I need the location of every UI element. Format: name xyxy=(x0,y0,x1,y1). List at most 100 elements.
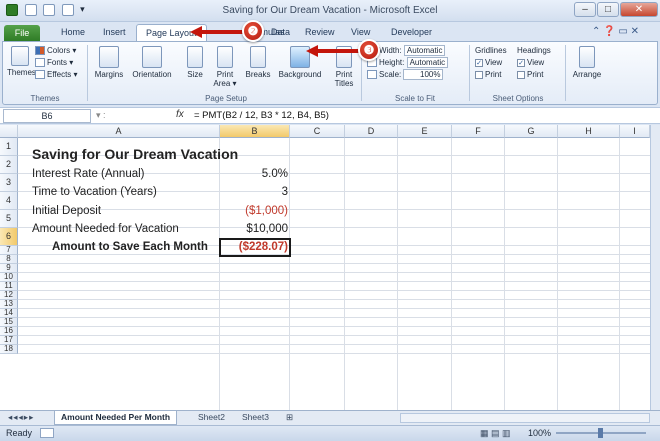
cell-a5[interactable]: Amount Needed for Vacation xyxy=(32,223,179,235)
gridlines-view-checkbox[interactable]: ✓ View xyxy=(475,57,517,69)
gridline-row xyxy=(18,317,660,318)
fonts-icon xyxy=(35,58,45,68)
themes-label: Themes xyxy=(7,68,36,77)
select-all-corner[interactable] xyxy=(0,125,18,138)
headings-print-checkbox[interactable]: Print xyxy=(517,70,543,79)
tab-file[interactable]: File xyxy=(4,25,40,41)
cell-b3[interactable]: 3 xyxy=(220,186,288,198)
margins-icon xyxy=(99,46,119,68)
vertical-scrollbar[interactable] xyxy=(650,125,660,410)
width-label: Width: xyxy=(379,46,402,55)
group-label-themes: Themes xyxy=(30,94,60,103)
gridline-row xyxy=(18,281,660,282)
zoom-slider-thumb[interactable] xyxy=(598,428,603,438)
callout-2-arrow xyxy=(200,30,244,34)
print-area-button[interactable]: Print Area ▾ xyxy=(211,46,239,88)
horizontal-scrollbar[interactable] xyxy=(400,413,650,423)
sheet-tab-2[interactable]: Sheet2 xyxy=(192,411,231,425)
macro-record-icon[interactable] xyxy=(40,428,54,438)
insert-sheet-icon[interactable]: ⊞ xyxy=(280,411,299,425)
width-row: Width: Automatic xyxy=(367,45,467,57)
callout-3-arrow xyxy=(316,49,360,53)
width-select[interactable]: Automatic xyxy=(403,45,446,57)
close-button[interactable]: ✕ xyxy=(620,2,658,17)
gridlines-print-checkbox[interactable]: Print xyxy=(475,69,517,81)
scale-icon xyxy=(367,70,377,80)
column-header-f[interactable]: F xyxy=(452,125,505,138)
gridlines-heading: Gridlines xyxy=(475,46,507,55)
maximize-button[interactable]: □ xyxy=(597,2,619,17)
print-titles-label: Print Titles xyxy=(334,70,354,88)
column-header-i[interactable]: I xyxy=(620,125,650,138)
gridline-row xyxy=(18,272,660,273)
cell-b5[interactable]: $10,000 xyxy=(220,223,288,235)
tab-data[interactable]: Data xyxy=(262,24,299,41)
column-header-a[interactable]: A xyxy=(18,125,220,138)
gridline-row xyxy=(18,344,660,345)
ribbon-help-icons[interactable]: ⌃ ❓ ▭ ✕ xyxy=(592,26,639,37)
tab-home[interactable]: Home xyxy=(52,24,94,41)
gridline-row xyxy=(18,353,660,354)
tab-view[interactable]: View xyxy=(342,24,379,41)
height-label: Height: xyxy=(379,58,405,67)
gridline-row xyxy=(18,326,660,327)
column-header-d[interactable]: D xyxy=(345,125,398,138)
orientation-button[interactable]: Orientation xyxy=(127,46,177,79)
cell-a2[interactable]: Interest Rate (Annual) xyxy=(32,168,145,180)
row-header-2[interactable]: 2 xyxy=(0,156,18,174)
formula-bar: B6 ▾ : fx = PMT(B2 / 12, B3 * 12, B4, B5… xyxy=(0,107,660,124)
cell-a1[interactable]: Saving for Our Dream Vacation xyxy=(32,146,238,162)
themes-button[interactable]: Themes xyxy=(7,46,36,77)
view-label: View xyxy=(527,58,545,67)
row-header-5[interactable]: 5 xyxy=(0,210,18,228)
cell-a4[interactable]: Initial Deposit xyxy=(32,205,101,217)
status-bar: Ready ▦ ▤ ▥ 100% xyxy=(0,425,660,441)
sheet-nav-buttons[interactable]: ◂◂◂▸▸ xyxy=(2,411,40,425)
worksheet-grid[interactable]: ABCDEFGHI 1 2 3 4 5 6 7 8 9 10 11 12 13 14 15 16 17 18 Sa… xyxy=(0,125,660,410)
cell-b6[interactable]: ($228.07) xyxy=(220,241,288,253)
height-select[interactable]: Automatic xyxy=(406,57,449,69)
cell-b2[interactable]: 5.0% xyxy=(220,168,288,180)
sheet-tab-active[interactable]: Amount Needed Per Month xyxy=(54,411,178,425)
sheet-tab-3[interactable]: Sheet3 xyxy=(236,411,275,425)
column-header-e[interactable]: E xyxy=(398,125,452,138)
arrange-label: Arrange xyxy=(572,70,602,79)
arrange-button[interactable]: Arrange xyxy=(569,46,605,79)
row-header-3[interactable]: 3 xyxy=(0,174,18,192)
zoom-level[interactable]: 100% xyxy=(528,428,551,438)
fonts-button[interactable]: Fonts ▾ xyxy=(35,57,83,69)
column-header-c[interactable]: C xyxy=(290,125,345,138)
cell-b4[interactable]: ($1,000) xyxy=(220,205,288,217)
cell-a3[interactable]: Time to Vacation (Years) xyxy=(32,186,157,198)
size-button[interactable]: Size xyxy=(183,46,207,79)
margins-button[interactable]: Margins xyxy=(91,46,127,79)
column-header-g[interactable]: G xyxy=(505,125,558,138)
size-icon xyxy=(187,46,203,68)
row-header-6[interactable]: 6 xyxy=(0,228,18,246)
row-header-18[interactable]: 18 xyxy=(0,345,18,354)
insert-function-icon[interactable]: fx xyxy=(176,109,184,120)
row-header-1[interactable]: 1 xyxy=(0,138,18,156)
view-label: View xyxy=(485,58,503,67)
effects-button[interactable]: Effects ▾ xyxy=(35,69,83,81)
column-header-b[interactable]: B xyxy=(220,125,290,138)
headings-view-checkbox[interactable]: ✓ View xyxy=(517,58,544,67)
formula-input[interactable]: = PMT(B2 / 12, B3 * 12, B4, B5) xyxy=(194,110,654,121)
minimize-button[interactable]: – xyxy=(574,2,596,17)
column-header-h[interactable]: H xyxy=(558,125,620,138)
window-title: Saving for Our Dream Vacation - Microsof… xyxy=(222,5,438,16)
view-buttons[interactable]: ▦ ▤ ▥ xyxy=(480,428,511,439)
breaks-button[interactable]: Breaks xyxy=(243,46,273,79)
name-box[interactable]: B6 xyxy=(3,109,91,123)
colors-label: Colors ▾ xyxy=(47,46,77,55)
tab-insert[interactable]: Insert xyxy=(94,24,135,41)
scale-spinner[interactable]: 100% xyxy=(403,69,444,81)
tab-review[interactable]: Review xyxy=(296,24,344,41)
group-label-sheet-options: Sheet Options xyxy=(492,94,544,103)
gridline-col xyxy=(504,138,505,410)
tab-developer[interactable]: Developer xyxy=(382,24,441,41)
row-header-4[interactable]: 4 xyxy=(0,192,18,210)
gridline-col xyxy=(397,138,398,410)
colors-button[interactable]: Colors ▾ xyxy=(35,45,83,57)
cell-a6[interactable]: Amount to Save Each Month xyxy=(52,241,208,253)
